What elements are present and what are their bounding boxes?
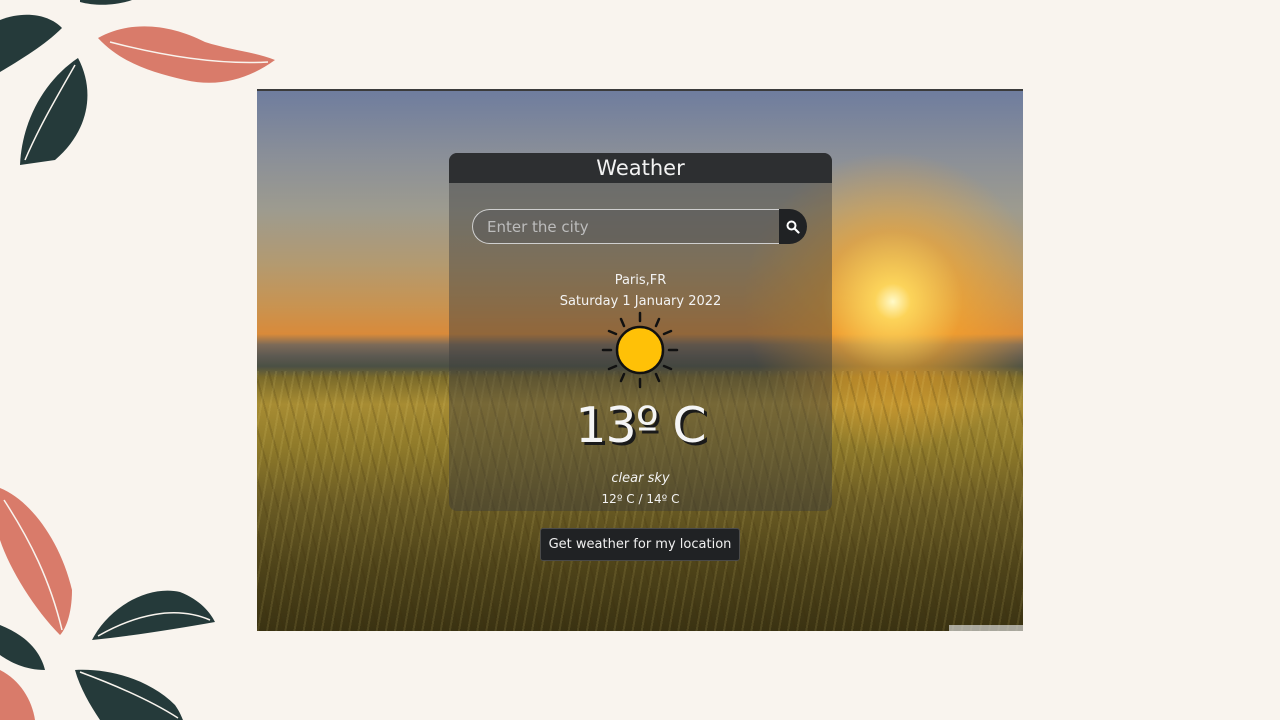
leaf-icon (0, 488, 72, 635)
search-bar (472, 209, 807, 244)
leaf-icon (75, 669, 183, 720)
weather-icon (601, 311, 679, 389)
get-location-weather-button[interactable]: Get weather for my location (540, 528, 740, 561)
city-search-input[interactable] (472, 209, 781, 244)
temperature-value: 13º C (575, 397, 706, 454)
card-header: Weather (449, 153, 832, 183)
corner-watermark (949, 625, 1023, 631)
app-screenshot: Weather Paris,FR Saturday 1 January 2022 (257, 89, 1023, 631)
weather-card: Weather Paris,FR Saturday 1 January 2022 (449, 153, 832, 511)
leaf-icon (0, 670, 35, 720)
app-title: Weather (596, 156, 685, 180)
leaf-icon (20, 58, 88, 165)
sun-icon (601, 311, 679, 389)
leaf-icon (80, 0, 132, 5)
leaf-icon (0, 625, 45, 670)
leaf-icon (0, 14, 62, 73)
search-icon (786, 220, 800, 234)
search-button[interactable] (779, 209, 807, 244)
leaf-icon (92, 590, 215, 640)
date-label: Saturday 1 January 2022 (559, 294, 722, 309)
weather-description: clear sky (611, 471, 670, 486)
leaf-icon (98, 26, 275, 83)
temperature-range: 12º C / 14º C (601, 492, 680, 506)
location-label: Paris,FR (614, 273, 667, 288)
